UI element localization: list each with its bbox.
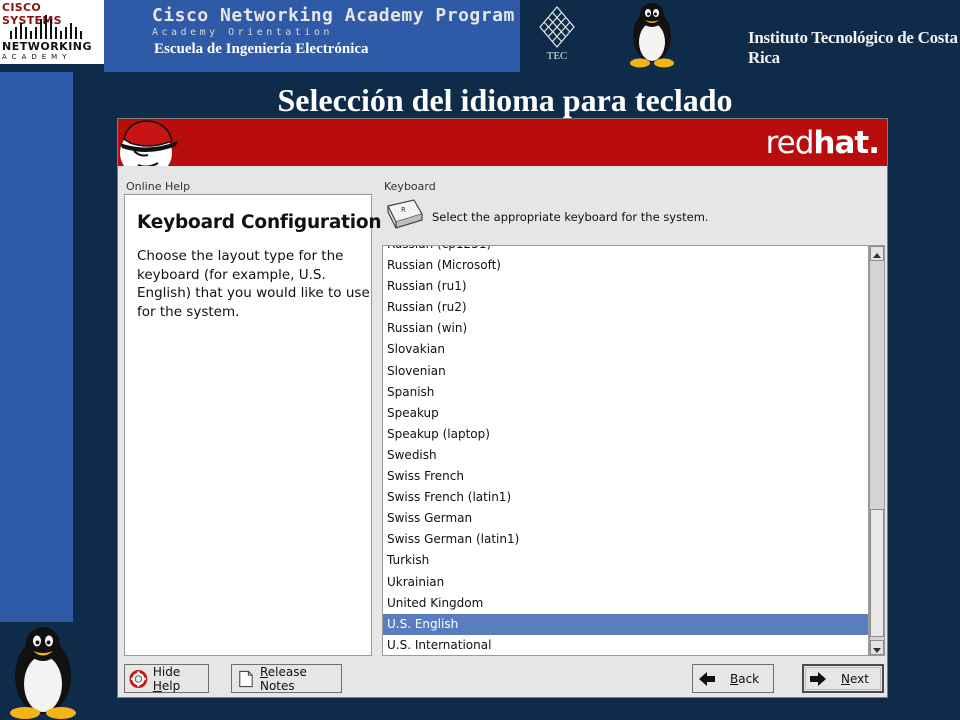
keyboard-layout-item[interactable]: Swiss German (latin1) — [383, 529, 868, 550]
redhat-wordmark-hat: hat. — [813, 125, 880, 161]
keyboard-prompt: Select the appropriate keyboard for the … — [432, 210, 709, 224]
arrow-left-icon — [699, 671, 715, 686]
next-button[interactable]: Next — [802, 664, 884, 693]
hide-help-button[interactable]: Hide Help — [124, 664, 209, 693]
keyboard-layout-list-items: Russian (cp1251)Russian (Microsoft)Russi… — [383, 246, 868, 655]
academy-text: Academy — [2, 53, 72, 61]
keyboard-layout-item[interactable]: Swiss French (latin1) — [383, 487, 868, 508]
keyboard-layout-item[interactable]: Swiss German — [383, 508, 868, 529]
keyboard-layout-item[interactable]: Ukrainian — [383, 572, 868, 593]
tux-penguin-large-icon — [10, 627, 76, 719]
keyboard-layout-item[interactable]: Turkish — [383, 550, 868, 571]
keyboard-layout-item[interactable]: Russian (ru1) — [383, 276, 868, 297]
keyboard-layout-item[interactable]: Russian (Microsoft) — [383, 255, 868, 276]
keyboard-layout-item[interactable]: U.S. English — [383, 613, 868, 635]
keyboard-layout-item[interactable]: U.S. International — [383, 635, 868, 655]
svg-text:R: R — [401, 206, 406, 214]
scroll-down-button[interactable] — [870, 640, 884, 655]
keyboard-layout-item[interactable]: Russian (cp1251) — [383, 246, 868, 255]
keyboard-label: Keyboard — [384, 180, 436, 193]
next-label: Next — [841, 671, 869, 686]
keyboard-layout-item[interactable]: Russian (ru2) — [383, 297, 868, 318]
keyboard-layout-list[interactable]: Russian (cp1251)Russian (Microsoft)Russi… — [382, 245, 869, 656]
shadowman-logo-icon — [120, 120, 178, 166]
redhat-header: redhat. — [118, 119, 887, 166]
networking-text: Networking — [2, 40, 93, 53]
lifebuoy-icon — [129, 669, 148, 688]
scroll-up-button[interactable] — [870, 246, 884, 261]
list-scrollbar[interactable] — [869, 245, 885, 656]
help-title: Keyboard Configuration — [137, 212, 382, 233]
slide-title: Selección del idioma para teclado — [277, 82, 733, 118]
banner-title: Cisco Networking Academy Program — [152, 5, 515, 26]
arrow-right-icon — [810, 671, 826, 686]
installer-window: redhat. Online Help Keyboard Configurati… — [117, 118, 888, 698]
cisco-systems-logo: Cisco Systems Networking Academy — [0, 0, 104, 64]
cisco-bridge-bars — [10, 15, 82, 39]
redhat-wordmark: redhat. — [765, 125, 880, 161]
keyboard-layout-item[interactable]: Russian (win) — [383, 318, 868, 339]
left-decor-strip — [0, 72, 73, 622]
scroll-thumb[interactable] — [870, 509, 884, 637]
tux-penguin-icon — [630, 3, 674, 68]
tec-logo-text: TEC — [547, 50, 568, 62]
keyboard-layout-item[interactable]: Swedish — [383, 445, 868, 466]
online-help-label: Online Help — [126, 180, 191, 193]
back-label: Back — [730, 671, 760, 686]
hide-help-label: Hide Help — [152, 664, 181, 693]
banner-school: Escuela de Ingeniería Electrónica — [154, 41, 369, 57]
institute-name: Instituto Tecnológico de Costa Rica — [748, 28, 958, 67]
keyboard-layout-item[interactable]: Speakup — [383, 403, 868, 424]
keyboard-key-icon: R — [387, 199, 423, 229]
redhat-wordmark-red: red — [765, 125, 815, 161]
help-text: Choose the layout type for the keyboard … — [137, 248, 370, 320]
keyboard-layout-item[interactable]: Speakup (laptop) — [383, 424, 868, 445]
keyboard-layout-item[interactable]: United Kingdom — [383, 593, 868, 614]
tec-logo: TEC — [539, 6, 575, 62]
keyboard-prompt-bar: R Select the appropriate keyboard for th… — [382, 194, 887, 240]
scroll-down-arrow-icon — [873, 648, 881, 653]
keyboard-layout-item[interactable]: Spanish — [383, 382, 868, 403]
academy-banner: Cisco Networking Academy Program Academy… — [104, 0, 520, 72]
keyboard-layout-item[interactable]: Slovenian — [383, 361, 868, 382]
keyboard-layout-item[interactable]: Slovakian — [383, 339, 868, 360]
back-button[interactable]: Back — [692, 664, 774, 693]
release-notes-label: Release Notes — [259, 664, 307, 693]
keyboard-layout-item[interactable]: Swiss French — [383, 466, 868, 487]
scroll-up-arrow-icon — [873, 253, 881, 258]
banner-subtitle: Academy Orientation — [152, 27, 333, 38]
release-notes-button[interactable]: Release Notes — [231, 664, 342, 693]
help-panel: Keyboard Configuration Choose the layout… — [124, 194, 382, 656]
document-icon — [239, 670, 253, 687]
